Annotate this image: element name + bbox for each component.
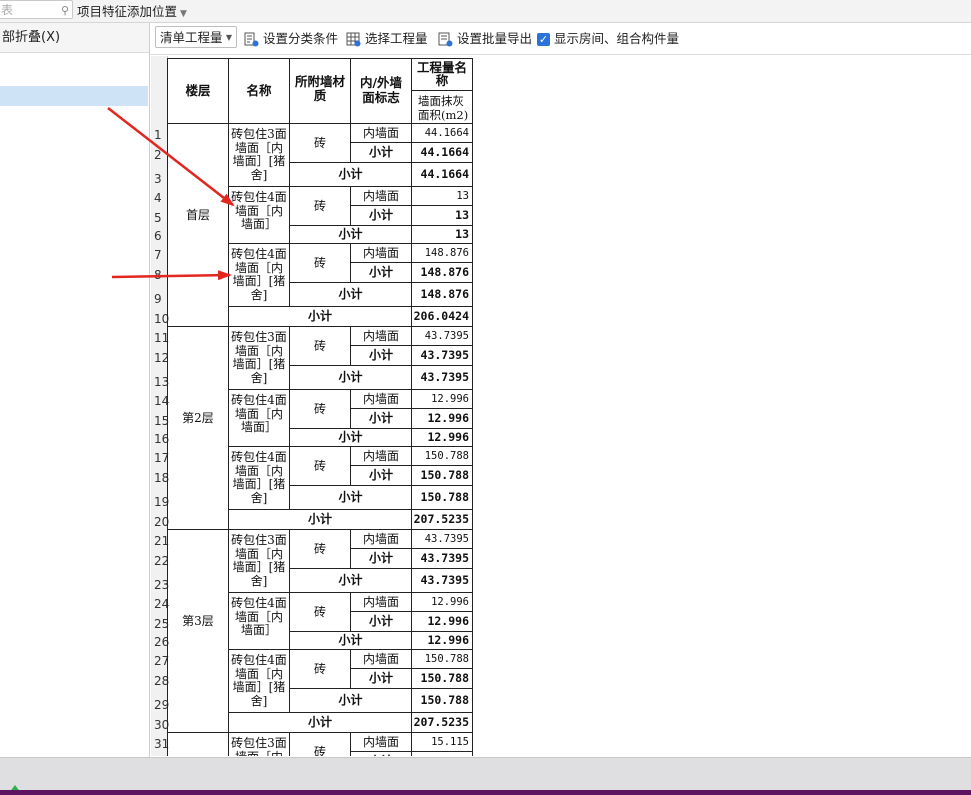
bottom-strip	[0, 790, 971, 795]
arrow-1	[107, 107, 235, 207]
annotation-arrows	[107, 107, 235, 281]
arrow-2	[111, 270, 232, 281]
status-bar	[0, 757, 971, 793]
